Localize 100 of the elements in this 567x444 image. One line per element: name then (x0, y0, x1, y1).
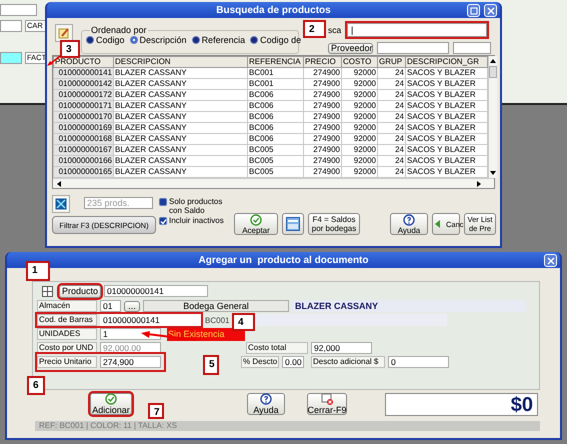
radio-label: Referencia (202, 35, 246, 45)
down-arrow-icon (489, 170, 497, 176)
table-cell: 274900 (304, 134, 342, 144)
help-button[interactable]: Ayuda (247, 393, 285, 415)
table-cell: BLAZER CASSANY (114, 144, 248, 156)
scroll-thumb[interactable] (489, 66, 497, 78)
restore-button[interactable] (467, 4, 480, 17)
column-header[interactable]: PRECIO (304, 56, 342, 68)
column-header[interactable]: PRODUCTO (54, 56, 114, 68)
radio-option[interactable]: Codigo de (250, 35, 302, 45)
radio-button[interactable] (192, 36, 200, 44)
table-cell: BLAZER CASSANY (114, 78, 248, 90)
text-field[interactable] (377, 42, 449, 54)
window-title: Busqueda de productos (216, 4, 331, 16)
table-cell: SACOS Y BLAZER (406, 156, 488, 166)
table-cell: BLAZER CASSANY (114, 68, 248, 78)
table-cell: 24 (378, 122, 406, 134)
table-cell: BC006 (248, 122, 304, 134)
text-field[interactable] (0, 52, 22, 64)
table-cell: 274900 (304, 100, 342, 112)
table-cell: SACOS Y BLAZER (406, 100, 488, 112)
scrollbar[interactable] (488, 56, 497, 178)
product-button[interactable]: Producto (59, 284, 101, 298)
text-field[interactable]: 92,000 (311, 342, 372, 354)
table-cell: 010000000165 (54, 166, 114, 178)
text-field[interactable]: 01 (100, 300, 121, 312)
column-header[interactable]: DESCRIPCION_GR (406, 56, 488, 68)
window-icon (286, 217, 300, 231)
radio-label: Codigo (96, 35, 125, 45)
text-button[interactable]: F4 = Saldos por bodegas (308, 213, 360, 235)
radio-button[interactable] (250, 36, 258, 44)
edit-button[interactable] (55, 24, 73, 42)
callout-label: 7 (148, 403, 164, 419)
radio-option[interactable]: Referencia (192, 35, 246, 45)
callout-label: 4 (232, 313, 255, 331)
field-label: Descto adicional $ (311, 356, 385, 368)
checkbox-label: Incluir inactivos (169, 216, 225, 225)
table-cell: BC006 (248, 134, 304, 144)
field-label: Costo total (246, 342, 308, 354)
check-icon (160, 218, 166, 224)
export-button[interactable] (52, 195, 70, 213)
table-cell: 010000000172 (54, 90, 114, 100)
table-cell: SACOS Y BLAZER (406, 122, 488, 134)
radio-button[interactable] (130, 36, 138, 44)
callout-label: 1 (26, 261, 50, 281)
close-button[interactable] (484, 4, 497, 17)
table-cell: 24 (378, 90, 406, 100)
text-field[interactable]: 010000000141 (100, 314, 201, 326)
pencil-icon (58, 27, 70, 39)
table-cell: 010000000169 (54, 122, 114, 134)
table-cell: SACOS Y BLAZER (406, 68, 488, 78)
table-cell: 24 (378, 100, 406, 112)
close-button[interactable] (544, 254, 557, 267)
checkbox[interactable] (159, 198, 167, 206)
table-cell: 92000 (342, 156, 378, 166)
radio-option[interactable]: Codigo (86, 35, 125, 45)
radio-option[interactable]: Descripción (130, 35, 187, 45)
grid-view-button[interactable] (282, 213, 304, 235)
add-button[interactable]: Adicionar (90, 393, 132, 415)
text-field[interactable]: 1 (100, 328, 161, 340)
text-field[interactable]: 0 (388, 356, 449, 368)
field-label: UNIDADES (37, 328, 97, 340)
checkbox[interactable] (159, 217, 167, 225)
right-arrow-icon (476, 180, 482, 188)
table-cell: BLAZER CASSANY (114, 112, 248, 122)
table-cell: 274900 (304, 156, 342, 166)
column-header[interactable]: GRUP (378, 56, 406, 68)
table-cell: SACOS Y BLAZER (406, 134, 488, 144)
text-field[interactable]: 010000000141 (104, 285, 208, 297)
table-cell: SACOS Y BLAZER (406, 112, 488, 122)
scrollbar[interactable] (53, 178, 494, 188)
restore-icon (470, 6, 478, 14)
field-label: Cod. de Barras (37, 314, 97, 326)
text-field[interactable] (453, 42, 491, 54)
table-cell: BC001 (248, 68, 304, 78)
help-button[interactable]: Ayuda (390, 213, 428, 235)
text-field[interactable]: 274,900 (100, 356, 161, 368)
spreadsheet-icon (55, 198, 67, 210)
text-field[interactable] (0, 4, 37, 16)
column-header[interactable]: REFERENCIA (248, 56, 304, 68)
radio-button[interactable] (86, 36, 94, 44)
total-amount: $0 (385, 393, 538, 416)
column-header[interactable]: COSTO (342, 56, 378, 68)
table-cell: SACOS Y BLAZER (406, 78, 488, 90)
table-cell: 274900 (304, 78, 342, 90)
up-arrow-icon (489, 58, 497, 64)
check-icon (250, 214, 262, 226)
text-field[interactable] (0, 20, 22, 32)
browse-button[interactable]: ... (124, 300, 140, 312)
column-header[interactable]: DESCRIPCION (114, 56, 248, 68)
close-form-button[interactable]: Cerrar-F9 (307, 393, 347, 415)
supplier-button[interactable]: Proveedor (328, 42, 373, 54)
radio-label: Codigo de (260, 35, 302, 45)
text-field[interactable]: 0.00 (282, 356, 304, 368)
accept-button[interactable]: Aceptar (234, 213, 278, 235)
table-cell: 274900 (304, 112, 342, 122)
group-label: Ordenado por (90, 25, 148, 35)
table-cell: BLAZER CASSANY (114, 122, 248, 134)
search-field[interactable]: | (347, 23, 487, 37)
window-title: Agregar un producto al documento (198, 254, 368, 266)
